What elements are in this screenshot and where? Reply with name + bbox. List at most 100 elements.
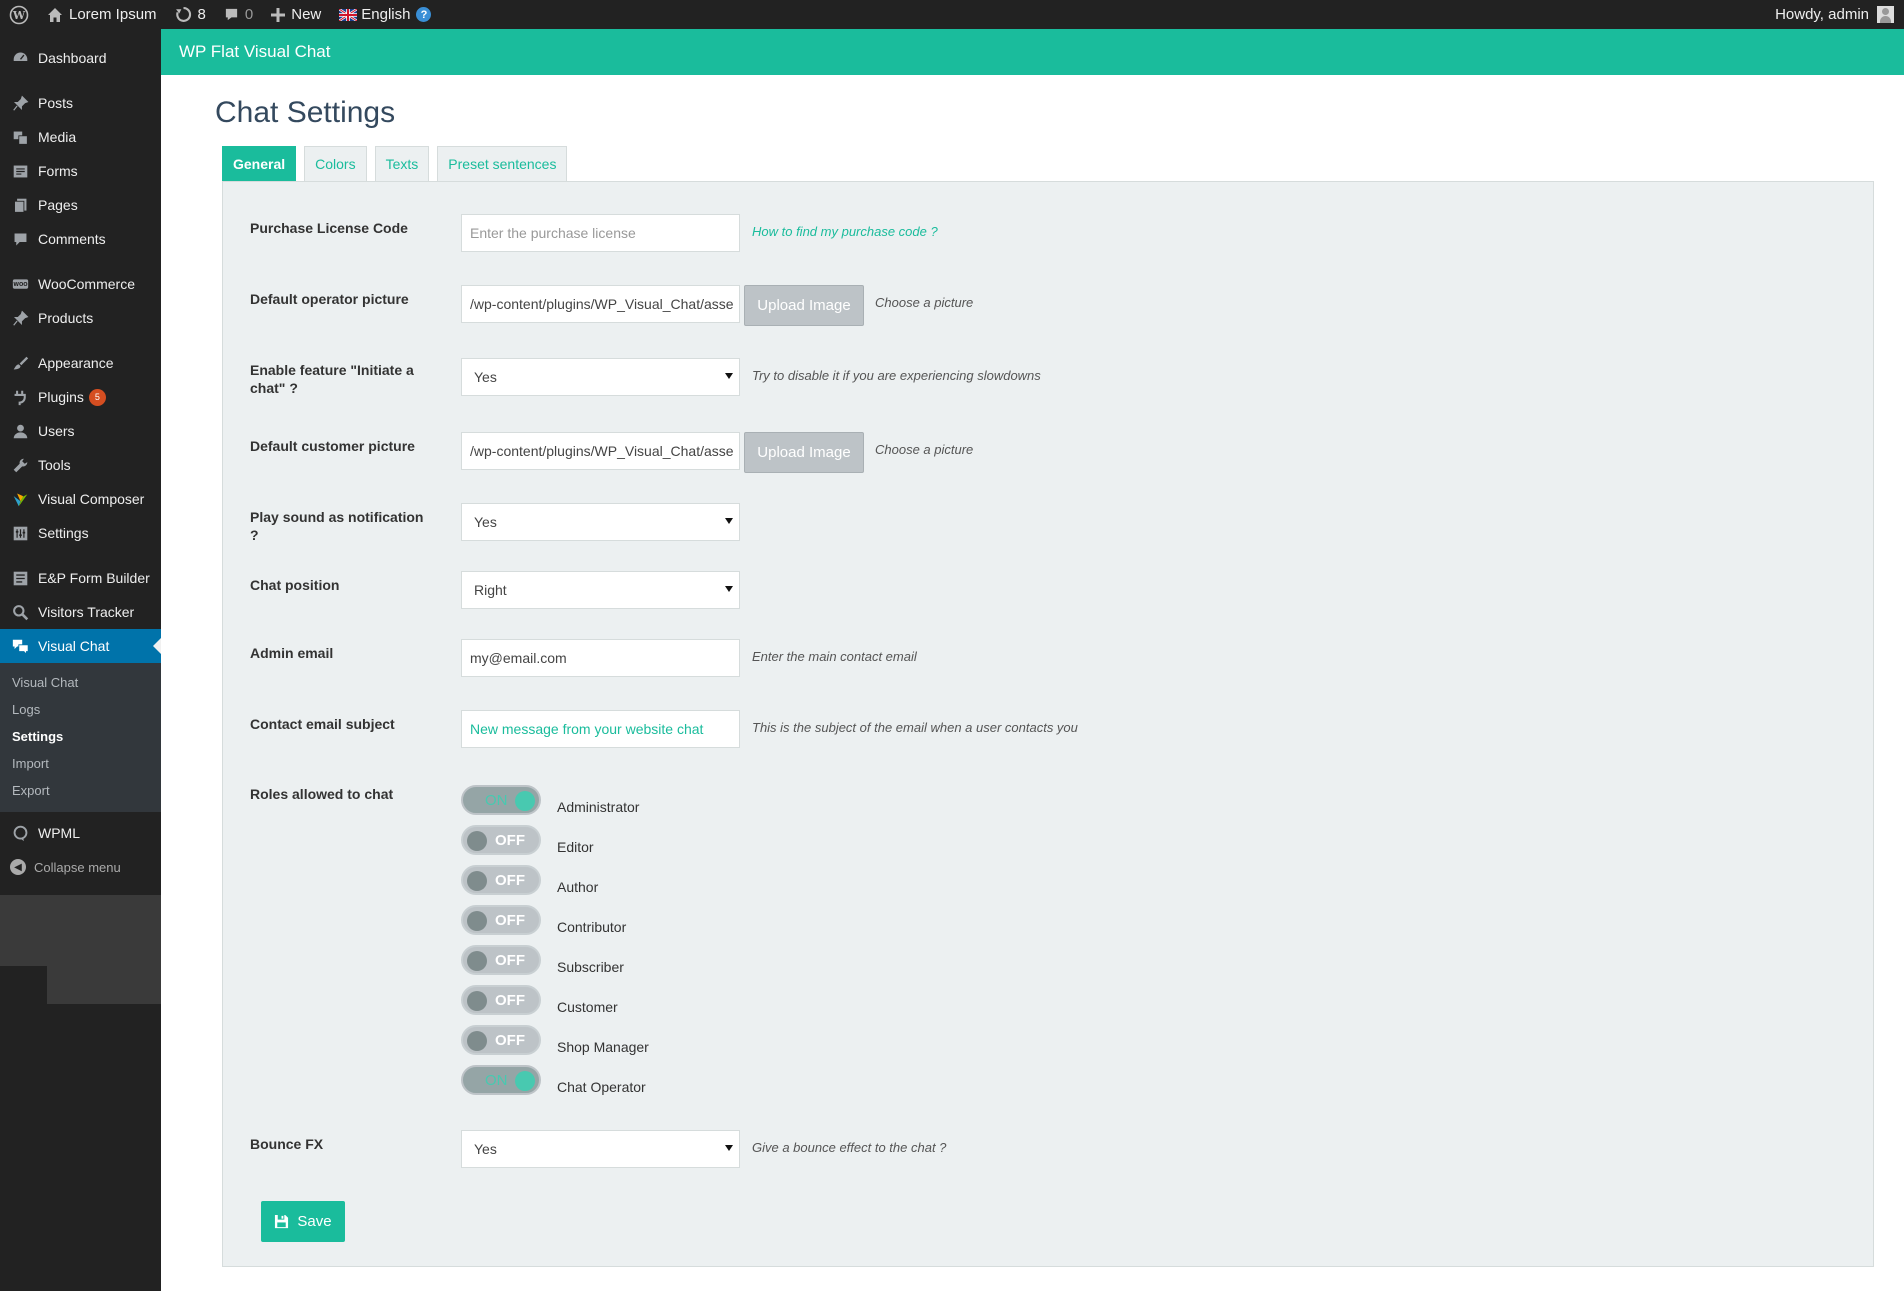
toggle-knob xyxy=(467,871,487,891)
submenu-item-import[interactable]: Import xyxy=(0,750,161,777)
role-toggle-chat-operator[interactable]: ON xyxy=(461,1065,541,1095)
toggle-state-label: ON xyxy=(485,791,508,809)
visual-chat-submenu: Visual Chat Logs Settings Import Export xyxy=(0,663,161,812)
sidebar-item-label: Settings xyxy=(38,525,89,541)
floppy-disk-icon xyxy=(275,1214,289,1229)
role-toggle-shop-manager[interactable]: OFF xyxy=(461,1025,541,1055)
initiate-chat-hint: Try to disable it if you are experiencin… xyxy=(752,368,1041,383)
sidebar-item-users[interactable]: Users xyxy=(0,414,161,448)
page-title: Chat Settings xyxy=(215,96,396,129)
collapse-arrow-icon: ◀ xyxy=(10,859,26,875)
operator-picture-label: Default operator picture xyxy=(250,291,409,307)
toggle-knob xyxy=(515,1071,535,1091)
sidebar-item-e-p-form-builder[interactable]: E&P Form Builder xyxy=(0,561,161,595)
wordpress-logo[interactable]: W xyxy=(0,0,38,29)
toggle-state-label: OFF xyxy=(495,991,525,1009)
sidebar-item-label: Visitors Tracker xyxy=(38,604,135,620)
initiate-chat-value: Yes xyxy=(474,369,497,385)
refresh-icon xyxy=(175,7,191,22)
wpml-icon xyxy=(10,823,30,843)
submenu-item-logs[interactable]: Logs xyxy=(0,696,161,723)
sidebar-item-tools[interactable]: Tools xyxy=(0,448,161,482)
initiate-chat-select[interactable]: Yes xyxy=(461,358,740,396)
new-content-link[interactable]: New xyxy=(262,0,330,29)
role-toggle-editor[interactable]: OFF xyxy=(461,825,541,855)
plugin-header: WP Flat Visual Chat xyxy=(161,29,1904,75)
customer-picture-label: Default customer picture xyxy=(250,438,415,454)
tab-texts[interactable]: Texts xyxy=(374,146,430,181)
role-label: Subscriber xyxy=(557,959,624,975)
customer-picture-input[interactable]: /wp-content/plugins/WP_Visual_Chat/asse xyxy=(461,432,740,470)
license-input[interactable]: Enter the purchase license xyxy=(461,214,740,252)
sidebar-item-visual-composer[interactable]: Visual Composer xyxy=(0,482,161,516)
comments-count: 0 xyxy=(244,6,254,23)
submenu-item-visual-chat[interactable]: Visual Chat xyxy=(0,669,161,696)
role-label: Administrator xyxy=(557,799,640,815)
dashboard-icon xyxy=(10,48,30,68)
purchase-code-help-link[interactable]: How to find my purchase code ? xyxy=(752,224,938,239)
toggle-state-label: ON xyxy=(485,1071,508,1089)
new-label: New xyxy=(291,6,322,23)
role-toggle-subscriber[interactable]: OFF xyxy=(461,945,541,975)
chat-position-label: Chat position xyxy=(250,577,340,593)
role-toggle-customer[interactable]: OFF xyxy=(461,985,541,1015)
sidebar-item-visual-chat[interactable]: Visual Chat xyxy=(0,629,161,663)
sidebar-item-label: Posts xyxy=(38,95,74,111)
role-toggle-contributor[interactable]: OFF xyxy=(461,905,541,935)
tab-preset-sentences[interactable]: Preset sentences xyxy=(437,146,568,181)
sidebar-item-dashboard[interactable]: Dashboard xyxy=(0,41,161,75)
update-count-badge: 5 xyxy=(88,388,106,406)
sidebar-item-pages[interactable]: Pages xyxy=(0,188,161,222)
forms-icon xyxy=(10,161,30,181)
operator-upload-button[interactable]: Upload Image xyxy=(744,285,864,326)
bounce-hint: Give a bounce effect to the chat ? xyxy=(752,1140,947,1155)
help-icon[interactable]: ? xyxy=(416,7,432,22)
site-name: Lorem Ipsum xyxy=(69,6,157,23)
chat-position-value: Right xyxy=(474,582,507,598)
sidebar-item-label: Users xyxy=(38,423,75,439)
collapse-menu-button[interactable]: ◀ Collapse menu xyxy=(0,850,161,884)
sidebar-item-products[interactable]: Products xyxy=(0,301,161,335)
sidebar-item-settings[interactable]: Settings xyxy=(0,516,161,550)
comments-link[interactable]: 0 xyxy=(215,0,262,29)
sidebar-item-plugins[interactable]: Plugins 5 xyxy=(0,380,161,414)
operator-picture-input[interactable]: /wp-content/plugins/WP_Visual_Chat/asse xyxy=(461,285,740,323)
sidebar-item-forms[interactable]: Forms xyxy=(0,154,161,188)
play-sound-select[interactable]: Yes xyxy=(461,503,740,541)
submenu-item-export[interactable]: Export xyxy=(0,777,161,804)
sidebar-item-visitors-tracker[interactable]: Visitors Tracker xyxy=(0,595,161,629)
save-button[interactable]: Save xyxy=(261,1201,345,1242)
site-name-link[interactable]: Lorem Ipsum xyxy=(38,0,166,29)
home-icon xyxy=(48,7,62,22)
sidebar-item-label: Visual Composer xyxy=(38,491,145,507)
tab-colors[interactable]: Colors xyxy=(304,146,367,181)
customer-upload-button[interactable]: Upload Image xyxy=(744,432,864,473)
updates-link[interactable]: 8 xyxy=(166,0,215,29)
my-account[interactable]: Howdy, admin xyxy=(1775,6,1904,23)
language-switcher[interactable]: English ? xyxy=(330,0,440,29)
admin-email-input[interactable]: my@email.com xyxy=(461,639,740,677)
email-subject-input[interactable]: New message from your website chat xyxy=(461,710,740,748)
bounce-select[interactable]: Yes xyxy=(461,1130,740,1168)
sidebar-item-appearance[interactable]: Appearance xyxy=(0,346,161,380)
menu-separator xyxy=(0,335,161,346)
role-label: Author xyxy=(557,879,599,895)
role-toggle-administrator[interactable]: ON xyxy=(461,785,541,815)
sidebar-item-media[interactable]: Media xyxy=(0,120,161,154)
admin-menu: Dashboard Posts Media Forms Pages Comments WOO… xyxy=(0,29,161,884)
sidebar-item-woocommerce[interactable]: WOO WooCommerce xyxy=(0,267,161,301)
sidebar-item-comments[interactable]: Comments xyxy=(0,222,161,256)
greeting: Howdy, admin xyxy=(1775,6,1869,23)
tab-general[interactable]: General xyxy=(222,146,297,181)
sidebar-item-label: Dashboard xyxy=(38,50,107,66)
chevron-down-icon xyxy=(725,1145,733,1151)
form-builder-icon xyxy=(10,568,30,588)
submenu-item-settings[interactable]: Settings xyxy=(0,723,161,750)
media-icon xyxy=(10,127,30,147)
sidebar-item-posts[interactable]: Posts xyxy=(0,86,161,120)
toggle-knob xyxy=(467,911,487,931)
chat-position-select[interactable]: Right xyxy=(461,571,740,609)
role-toggle-author[interactable]: OFF xyxy=(461,865,541,895)
pin-icon xyxy=(10,93,30,113)
sidebar-item-wpml[interactable]: WPML xyxy=(0,816,161,850)
